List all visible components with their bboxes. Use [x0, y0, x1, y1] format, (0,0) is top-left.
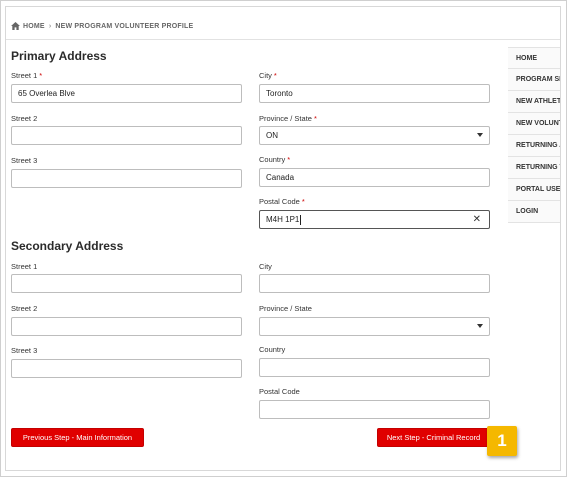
secondary-street3-label: Street 3 — [11, 346, 38, 355]
side-nav-item-portal-user[interactable]: PORTAL USEI — [508, 179, 560, 201]
primary-street3-input[interactable] — [11, 169, 242, 188]
page-container: HOME › NEW PROGRAM VOLUNTEER PROFILE Pri… — [5, 6, 561, 471]
primary-country-label: Country * — [259, 155, 291, 164]
primary-street2-label: Street 2 — [11, 114, 38, 123]
clear-icon[interactable]: ✕ — [473, 214, 481, 225]
secondary-postal-label: Postal Code — [259, 387, 300, 396]
secondary-street2-label: Street 2 — [11, 304, 38, 313]
secondary-province-label: Province / State — [259, 304, 312, 313]
secondary-street1-label: Street 1 — [11, 262, 38, 271]
secondary-address-title: Secondary Address — [11, 239, 124, 253]
side-nav: HOME PROGRAM SE NEW ATHLET NEW VOLUNT RE… — [508, 47, 560, 223]
secondary-street2-input[interactable] — [11, 317, 242, 336]
primary-postal-label: Postal Code * — [259, 197, 305, 206]
breadcrumb-home[interactable]: HOME — [23, 23, 45, 30]
required-mark: * — [301, 197, 305, 206]
primary-street3-label: Street 3 — [11, 156, 38, 165]
chevron-down-icon — [477, 324, 483, 328]
previous-step-button[interactable]: Previous Step - Main Information — [11, 428, 144, 447]
primary-city-label: City * — [259, 71, 277, 80]
step-callout-badge: 1 — [487, 426, 517, 456]
secondary-country-input[interactable] — [259, 358, 490, 377]
required-mark: * — [313, 114, 317, 123]
secondary-street1-input[interactable] — [11, 274, 242, 293]
side-nav-item-program-se[interactable]: PROGRAM SE — [508, 69, 560, 91]
secondary-city-label: City — [259, 262, 272, 271]
text-cursor — [300, 214, 302, 225]
chevron-down-icon — [477, 133, 483, 137]
breadcrumb-current: NEW PROGRAM VOLUNTEER PROFILE — [55, 22, 194, 30]
primary-province-select[interactable]: ON — [259, 126, 490, 145]
required-mark: * — [287, 155, 291, 164]
secondary-city-input[interactable] — [259, 274, 490, 293]
primary-street1-label: Street 1 * — [11, 71, 43, 80]
secondary-province-select[interactable] — [259, 317, 490, 336]
side-nav-item-new-volunteer[interactable]: NEW VOLUNT — [508, 113, 560, 135]
side-nav-item-new-athlete[interactable]: NEW ATHLET — [508, 91, 560, 113]
primary-address-title: Primary Address — [11, 49, 107, 63]
required-mark: * — [273, 71, 277, 80]
required-mark: * — [39, 71, 43, 80]
primary-postal-input[interactable]: M4H 1P1 ✕ — [259, 210, 490, 229]
primary-street1-input[interactable]: 65 Overlea Blve — [11, 84, 242, 103]
side-nav-item-returning-athlete[interactable]: RETURNING A — [508, 135, 560, 157]
primary-province-label: Province / State * — [259, 114, 317, 123]
primary-country-input[interactable]: Canada — [259, 168, 490, 187]
next-step-button[interactable]: Next Step - Criminal Record — [377, 428, 490, 447]
side-nav-item-login[interactable]: LOGIN — [508, 201, 560, 223]
home-icon[interactable] — [11, 22, 20, 30]
side-nav-item-returning-volunteer[interactable]: RETURNING V — [508, 157, 560, 179]
primary-city-input[interactable]: Toronto — [259, 84, 490, 103]
breadcrumb-divider — [6, 39, 560, 40]
secondary-street3-input[interactable] — [11, 359, 242, 378]
side-nav-item-home[interactable]: HOME — [508, 47, 560, 69]
primary-street2-input[interactable] — [11, 126, 242, 145]
breadcrumb-separator: › — [48, 22, 52, 30]
secondary-postal-input[interactable] — [259, 400, 490, 419]
secondary-country-label: Country — [259, 345, 286, 354]
breadcrumb: HOME › NEW PROGRAM VOLUNTEER PROFILE — [11, 19, 193, 33]
